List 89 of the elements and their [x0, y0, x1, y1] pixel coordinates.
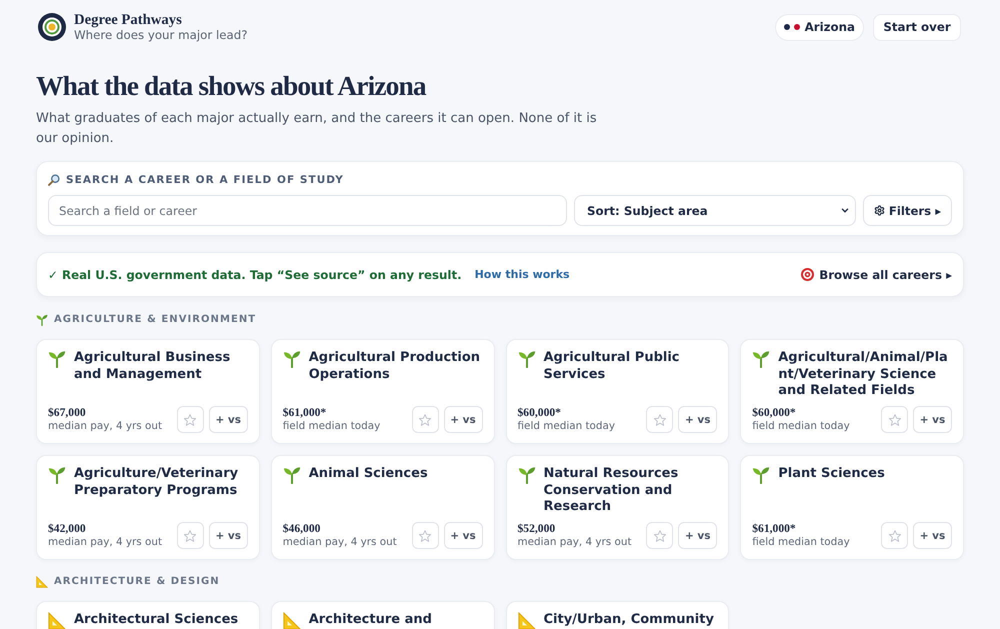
app-tagline: Where does your major lead? [74, 28, 248, 42]
intro-text: What graduates of each major actually earn, and the careers it can open. None of it is our opinion. [36, 110, 598, 148]
sprout-icon [48, 350, 66, 368]
save-button[interactable] [881, 522, 908, 549]
sprout-icon [282, 466, 301, 484]
compare-button[interactable]: + vs [678, 522, 718, 549]
location-button[interactable]: Arizona [774, 14, 864, 40]
major-card[interactable]: Animal Sciences $46,000 median pay, 4 yrs out + vs [270, 455, 494, 560]
sprout-icon [752, 350, 770, 368]
page-heading: What the data shows about Arizona [36, 69, 428, 103]
search-label: SEARCH A CAREER OR A FIELD OF STUDY [66, 173, 344, 187]
major-card[interactable]: Agricultural Production Operations $61,000* field median today + vs [270, 339, 494, 444]
major-title: Architectural Sciences [74, 612, 238, 628]
sprout-icon [518, 466, 536, 484]
salary-note: median pay, 4 yrs out [48, 419, 162, 433]
triangle-ruler-icon [282, 612, 301, 629]
filters-button[interactable]: Filters ▸ [863, 195, 952, 226]
salary-note: field median today [752, 419, 850, 433]
compare-button[interactable]: + vs [208, 522, 248, 549]
dot-icon [784, 24, 790, 30]
compare-button[interactable]: + vs [913, 522, 952, 549]
salary-value: $67,000 [48, 406, 87, 419]
save-button[interactable] [176, 522, 204, 549]
major-title: Agriculture/Veterinary Preparatory Programs [74, 466, 240, 499]
salary-value: $42,000 [48, 522, 87, 535]
save-button[interactable] [412, 406, 438, 433]
search-icon [48, 174, 60, 186]
major-title: Agricultural Production Operations [308, 350, 482, 383]
salary-value: $61,000* [752, 522, 797, 535]
section-heading: ARCHITECTURE & DESIGN [54, 575, 220, 589]
compare-button[interactable]: + vs [678, 406, 718, 433]
major-title: City/Urban, Community [544, 612, 714, 628]
salary-note: median pay, 4 yrs out [518, 535, 632, 549]
start-over-button[interactable]: Start over [873, 14, 961, 40]
salary-value: $46,000 [282, 522, 322, 535]
sprout-icon [282, 350, 301, 368]
major-title: Agricultural Public Services [544, 350, 680, 383]
major-card[interactable]: Natural Resources Conservation and Research $52,000 median pay, 4 yrs out + vs [506, 455, 730, 560]
save-button[interactable] [646, 522, 674, 549]
major-card[interactable]: Agriculture/Veterinary Preparatory Programs $42,000 median pay, 4 yrs out + vs [36, 455, 260, 560]
sort-dropdown[interactable]: Sort: Subject area [574, 195, 856, 226]
compare-button[interactable]: + vs [913, 406, 952, 433]
save-button[interactable] [176, 406, 204, 433]
sprout-icon [518, 350, 536, 368]
major-title: Animal Sciences [308, 466, 428, 482]
major-card[interactable]: Agricultural Business and Management $67,000 median pay, 4 yrs out + vs [36, 339, 260, 444]
target-icon [801, 268, 814, 281]
chevron-down-icon [841, 208, 849, 213]
salary-note: field median today [518, 419, 616, 433]
compare-button[interactable]: + vs [208, 406, 248, 433]
data-notice: ✓ Real U.S. government data. Tap “See source” on any result. [48, 268, 462, 282]
major-card[interactable]: Agricultural Public Services $60,000* field median today + vs [506, 339, 730, 444]
save-button[interactable] [646, 406, 674, 433]
major-title: Agricultural/Animal/Plant/Veterinary Science and Related Fields [778, 350, 949, 400]
salary-note: field median today [752, 535, 850, 549]
major-card[interactable]: Architectural Sciences [36, 601, 260, 629]
save-button[interactable] [412, 522, 438, 549]
sprout-icon [48, 466, 66, 484]
major-card[interactable]: City/Urban, Community [506, 601, 730, 629]
compare-button[interactable]: + vs [444, 522, 482, 549]
how-it-works-link[interactable]: How this works [474, 268, 570, 281]
search-field[interactable]: Search a field or career [48, 195, 567, 226]
settings-icon [874, 205, 885, 216]
major-title: Architecture and [308, 612, 432, 628]
salary-value: $60,000* [752, 406, 797, 419]
major-card[interactable]: Architecture and [270, 601, 494, 629]
salary-note: median pay, 4 yrs out [48, 535, 162, 549]
sprout-icon [36, 314, 48, 326]
target-logo-icon [38, 13, 66, 41]
salary-value: $61,000* [282, 406, 328, 419]
save-button[interactable] [881, 406, 908, 433]
major-card[interactable]: Plant Sciences $61,000* field median today + vs [740, 455, 964, 560]
major-card[interactable]: Agricultural/Animal/Plant/Veterinary Science and Related Fields $60,000* field median today + vs [740, 339, 964, 444]
salary-note: median pay, 4 yrs out [282, 535, 397, 549]
major-title: Agricultural Business and Management [74, 350, 232, 383]
salary-value: $60,000* [518, 406, 562, 419]
salary-value: $52,000 [518, 522, 556, 535]
triangle-ruler-icon [36, 576, 48, 588]
compare-button[interactable]: + vs [444, 406, 482, 433]
triangle-ruler-icon [518, 612, 536, 629]
salary-note: field median today [282, 419, 380, 433]
triangle-ruler-icon [48, 612, 66, 629]
app-title: Degree Pathways [74, 12, 183, 28]
sprout-icon [752, 466, 770, 484]
browse-careers-button[interactable]: Browse all careers ▸ [801, 268, 952, 282]
major-title: Natural Resources Conservation and Research [544, 466, 680, 516]
dot-icon [794, 24, 800, 30]
section-heading: AGRICULTURE & ENVIRONMENT [54, 313, 256, 327]
major-title: Plant Sciences [778, 466, 885, 482]
